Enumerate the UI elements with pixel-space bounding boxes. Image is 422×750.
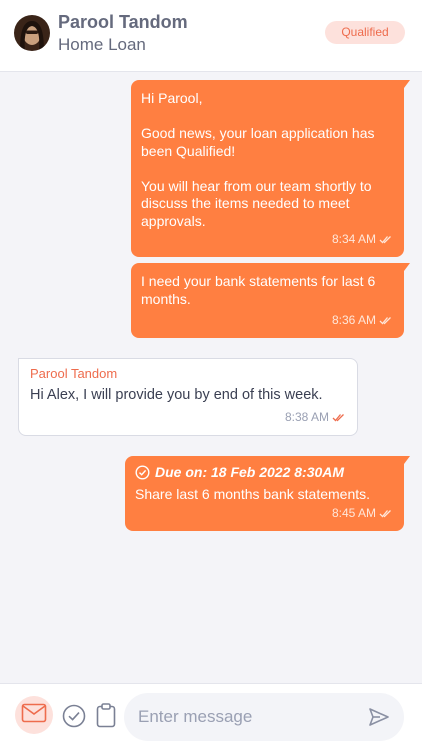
- message-text: Hi Alex, I will provide you by end of th…: [30, 386, 323, 403]
- message-meta: 8:38 AM: [285, 409, 345, 427]
- message-time: 8:36 AM: [331, 312, 376, 327]
- double-check-icon: [379, 235, 392, 244]
- message-meta: 8:34 AM: [332, 231, 392, 249]
- double-check-icon: [332, 413, 345, 422]
- clipboard-button[interactable]: [96, 703, 116, 733]
- message-input-wrapper: [124, 693, 404, 741]
- message-input[interactable]: [138, 693, 358, 741]
- contact-name: Parool Tandom: [58, 12, 188, 32]
- task-button[interactable]: [62, 704, 86, 733]
- task-text: Share last 6 months bank statements.: [135, 485, 371, 502]
- message-sender: Parool Tandom: [30, 366, 118, 381]
- message-text: Hi Parool, Good news, your loan applicat…: [141, 90, 375, 229]
- message-meta: 8:36 AM: [332, 312, 392, 330]
- due-date-label: Due on: 18 Feb 2022 8:30AM: [155, 464, 345, 480]
- message-composer: [0, 683, 422, 750]
- check-circle-icon: [62, 704, 86, 732]
- mail-button[interactable]: [15, 696, 53, 734]
- message-text: I need your bank statements for last 6 m…: [141, 273, 376, 307]
- mail-icon: [21, 703, 47, 728]
- status-badge: Qualified: [325, 21, 405, 44]
- send-icon[interactable]: [368, 706, 390, 733]
- message-time: 8:38 AM: [284, 409, 329, 424]
- incoming-message: Parool Tandom Hi Alex, I will provide yo…: [18, 358, 358, 436]
- avatar[interactable]: [14, 15, 50, 51]
- clipboard-icon: [96, 703, 116, 732]
- message-time: 8:45 AM: [331, 505, 376, 520]
- double-check-icon: [379, 316, 392, 325]
- outgoing-message: I need your bank statements for last 6 m…: [131, 263, 410, 338]
- chat-header: Parool Tandom Home Loan Qualified: [0, 0, 422, 72]
- check-circle-icon: [135, 465, 150, 480]
- double-check-icon: [379, 509, 392, 518]
- message-meta: 8:45 AM: [332, 505, 392, 523]
- contact-subtitle: Home Loan: [58, 35, 146, 54]
- due-date-row: Due on: 18 Feb 2022 8:30AM: [135, 464, 392, 482]
- message-list[interactable]: Hi Parool, Good news, your loan applicat…: [0, 73, 422, 683]
- task-message[interactable]: Due on: 18 Feb 2022 8:30AM Share last 6 …: [125, 456, 410, 531]
- outgoing-message: Hi Parool, Good news, your loan applicat…: [131, 80, 410, 257]
- message-time: 8:34 AM: [331, 231, 376, 246]
